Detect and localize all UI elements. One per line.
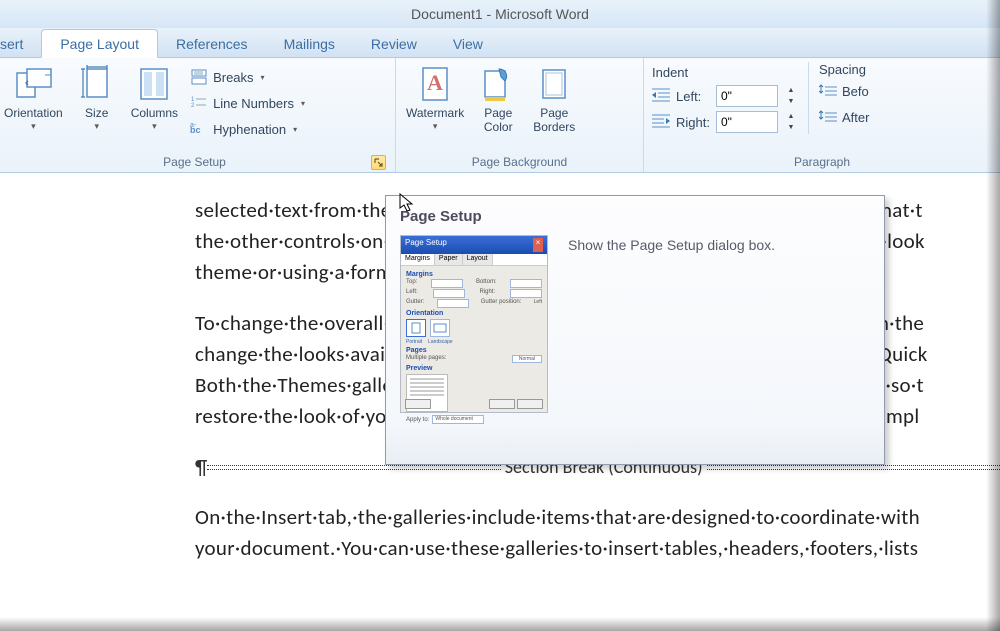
dropdown-caret-icon: ▾ bbox=[433, 121, 438, 132]
dropdown-caret-icon: ▾ bbox=[94, 121, 99, 132]
thumb-apply: Apply to: bbox=[406, 417, 429, 423]
spacing-after-row: After bbox=[819, 105, 869, 129]
page-color-button[interactable]: Page Color bbox=[472, 60, 524, 136]
indent-right-input[interactable] bbox=[716, 111, 778, 133]
size-label: Size bbox=[85, 106, 108, 120]
page-setup-tooltip: Page Setup Page Setup × Margins Paper La… bbox=[385, 195, 885, 465]
indent-left-label: Left: bbox=[676, 89, 710, 104]
group-paragraph: Indent Left: ▲▼ Right: ▲▼ Spaci bbox=[644, 58, 1000, 172]
spacing-before-row: Befo bbox=[819, 79, 869, 103]
pilcrow-icon: ¶ bbox=[195, 454, 207, 480]
line-numbers-button[interactable]: 12 Line Numbers ▾ bbox=[186, 92, 309, 114]
indent-right-spinner[interactable]: ▲▼ bbox=[784, 111, 798, 133]
watermark-button[interactable]: A Watermark ▾ bbox=[402, 60, 468, 134]
tab-insert[interactable]: sert bbox=[0, 30, 41, 57]
svg-text:2: 2 bbox=[191, 103, 195, 109]
thumb-tab: Paper bbox=[435, 254, 463, 265]
spinner-up-icon[interactable]: ▲ bbox=[784, 111, 798, 122]
indent-right-label: Right: bbox=[676, 115, 710, 130]
tooltip-text: Show the Page Setup dialog box. bbox=[568, 235, 775, 413]
thumb-ok-btn bbox=[489, 399, 515, 409]
spinner-up-icon[interactable]: ▲ bbox=[784, 85, 798, 96]
group-page-setup: Orientation ▾ Size ▾ bbox=[0, 58, 396, 172]
tab-review[interactable]: Review bbox=[353, 30, 435, 57]
page-borders-button[interactable]: Page Borders bbox=[528, 60, 580, 136]
spacing-before-label: Befo bbox=[842, 84, 869, 99]
tab-mailings[interactable]: Mailings bbox=[266, 30, 353, 57]
tooltip-title: Page Setup bbox=[400, 208, 870, 225]
thumb-tab: Layout bbox=[463, 254, 493, 265]
page-color-label: Page Color bbox=[484, 106, 513, 134]
line-numbers-label: Line Numbers bbox=[213, 96, 294, 111]
breaks-label: Breaks bbox=[213, 70, 253, 85]
page-setup-launcher[interactable] bbox=[371, 155, 386, 170]
line-numbers-icon: 12 bbox=[190, 94, 208, 112]
page-borders-icon bbox=[534, 62, 574, 106]
dropdown-caret-icon: ▾ bbox=[31, 121, 36, 132]
breaks-icon bbox=[190, 68, 208, 86]
indent-left-icon bbox=[652, 87, 670, 105]
svg-text:A: A bbox=[427, 70, 443, 95]
thumb-apply-val: Whole document bbox=[432, 415, 484, 424]
indent-left-spinner[interactable]: ▲▼ bbox=[784, 85, 798, 107]
title-bar: Document1 - Microsoft Word bbox=[0, 0, 1000, 28]
tab-page-layout[interactable]: Page Layout bbox=[41, 29, 158, 58]
columns-label: Columns bbox=[131, 106, 178, 120]
group-label-page-setup: Page Setup bbox=[163, 155, 226, 169]
ribbon-tabs: sert Page Layout References Mailings Rev… bbox=[0, 28, 1000, 58]
orientation-button[interactable]: Orientation ▾ bbox=[0, 60, 67, 134]
dropdown-caret-icon: ▾ bbox=[293, 125, 297, 134]
breaks-button[interactable]: Breaks ▾ bbox=[186, 66, 309, 88]
thumb-section: Margins bbox=[406, 271, 542, 278]
tab-references[interactable]: References bbox=[158, 30, 266, 57]
spacing-before-icon bbox=[819, 82, 837, 100]
doc-line: On·the·Insert·tab,·the·galleries·include… bbox=[195, 502, 1000, 533]
size-button[interactable]: Size ▾ bbox=[71, 60, 123, 134]
dropdown-caret-icon: ▾ bbox=[301, 99, 305, 108]
thumb-default-btn bbox=[405, 399, 431, 409]
thumb-tab: Margins bbox=[401, 254, 435, 265]
hyphenation-button[interactable]: bca- Hyphenation ▾ bbox=[186, 118, 309, 140]
dropdown-caret-icon: ▾ bbox=[152, 121, 157, 132]
thumb-normal: Normal bbox=[512, 355, 542, 363]
watermark-icon: A bbox=[415, 62, 455, 106]
tooltip-dialog-thumbnail: Page Setup × Margins Paper Layout Margin… bbox=[400, 235, 548, 413]
thumb-title: Page Setup bbox=[405, 238, 447, 252]
thumb-multiple: Multiple pages: bbox=[406, 355, 446, 363]
indent-right-icon bbox=[652, 113, 670, 131]
thumb-close-icon: × bbox=[533, 238, 543, 252]
spinner-down-icon[interactable]: ▼ bbox=[784, 96, 798, 107]
spinner-down-icon[interactable]: ▼ bbox=[784, 122, 798, 133]
thumb-section: Preview bbox=[406, 365, 542, 372]
doc-line: your·document.·You·can·use·these·galleri… bbox=[195, 533, 1000, 564]
orientation-icon bbox=[13, 62, 53, 106]
indent-left-input[interactable] bbox=[716, 85, 778, 107]
page-borders-label: Page Borders bbox=[533, 106, 575, 134]
hyphenation-label: Hyphenation bbox=[213, 122, 286, 137]
group-label-paragraph: Paragraph bbox=[650, 155, 994, 172]
size-icon bbox=[77, 62, 117, 106]
orientation-label: Orientation bbox=[4, 106, 63, 120]
thumb-section: Pages bbox=[406, 347, 542, 354]
thumb-cancel-btn bbox=[517, 399, 543, 409]
hyphenation-icon: bca- bbox=[190, 120, 208, 138]
group-label-page-background: Page Background bbox=[402, 155, 637, 172]
group-page-background: A Watermark ▾ Page Color Page Borders bbox=[396, 58, 644, 172]
tab-view[interactable]: View bbox=[435, 30, 501, 57]
spacing-header: Spacing bbox=[819, 62, 869, 77]
thumb-landscape: Landscape bbox=[428, 339, 452, 345]
ribbon: Orientation ▾ Size ▾ bbox=[0, 58, 1000, 173]
thumb-section: Orientation bbox=[406, 310, 542, 317]
thumb-portrait: Portrait bbox=[406, 339, 422, 345]
spacing-after-icon bbox=[819, 108, 837, 126]
columns-icon bbox=[134, 62, 174, 106]
indent-header: Indent bbox=[652, 65, 798, 80]
watermark-label: Watermark bbox=[406, 106, 464, 120]
spacing-after-label: After bbox=[842, 110, 869, 125]
dropdown-caret-icon: ▾ bbox=[261, 73, 265, 82]
dialog-launcher-icon bbox=[374, 158, 383, 167]
svg-text:a-: a- bbox=[190, 122, 197, 129]
columns-button[interactable]: Columns ▾ bbox=[127, 60, 182, 134]
page-color-icon bbox=[478, 62, 518, 106]
